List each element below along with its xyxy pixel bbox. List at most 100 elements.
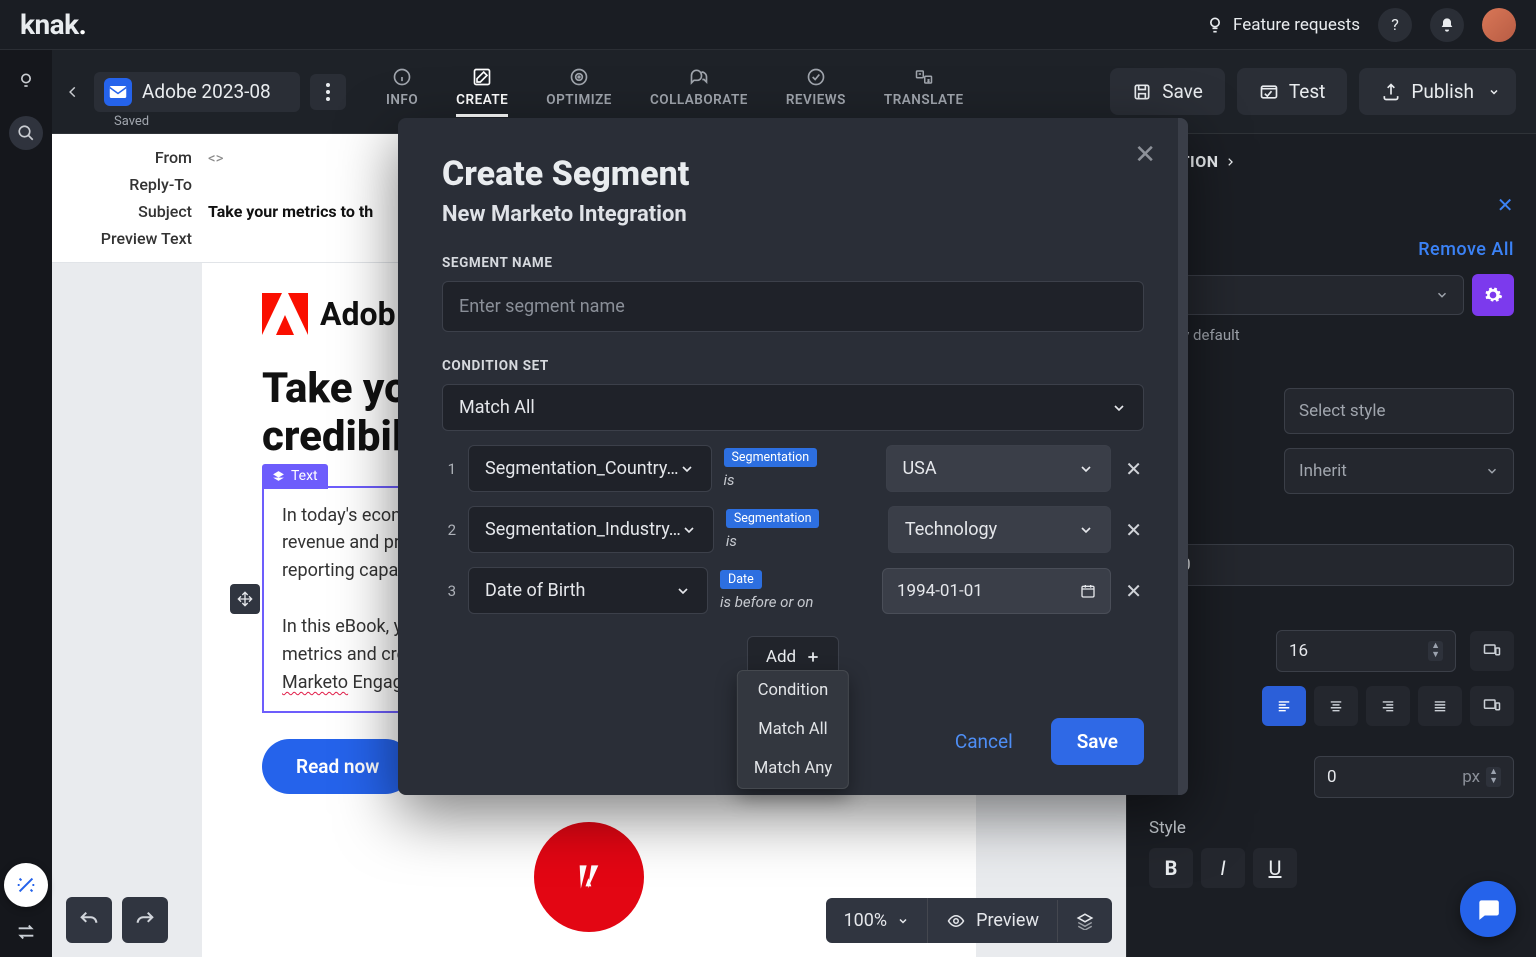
user-avatar[interactable] xyxy=(1482,8,1516,42)
add-menu-condition[interactable]: Condition xyxy=(738,671,848,710)
chat-fab[interactable] xyxy=(1460,881,1516,937)
publish-icon xyxy=(1381,82,1401,102)
editor-nav-tabs: INFO CREATE OPTIMIZE COLLABORATE REVIEWS… xyxy=(386,66,964,117)
help-button[interactable]: ? xyxy=(1378,8,1412,42)
close-icon[interactable]: ✕ xyxy=(1497,193,1514,217)
condition-row: 3 Date of Birth Date is before or on 199… xyxy=(442,567,1144,614)
calendar-icon xyxy=(1080,583,1096,599)
feature-requests-link[interactable]: Feature requests xyxy=(1205,15,1360,35)
align-center-button[interactable] xyxy=(1314,686,1358,726)
document-menu-button[interactable] xyxy=(310,74,346,110)
add-menu-match-all[interactable]: Match All xyxy=(738,710,848,749)
condition-field-select[interactable]: Segmentation_Country… xyxy=(468,445,712,492)
cancel-button[interactable]: Cancel xyxy=(937,720,1031,763)
tab-reviews[interactable]: REVIEWS xyxy=(786,66,846,117)
layers-icon xyxy=(272,470,285,483)
save-icon xyxy=(1132,82,1152,102)
italic-button[interactable]: I xyxy=(1201,848,1245,888)
cta-button[interactable]: Read now xyxy=(262,739,413,794)
style-select[interactable]: Select style xyxy=(1284,388,1514,434)
segment-name-label: SEGMENT NAME xyxy=(442,255,1144,271)
stepper-icon[interactable]: ▲▼ xyxy=(1428,641,1443,661)
layers-button[interactable] xyxy=(1057,900,1112,942)
app-logo: knak. xyxy=(20,8,86,41)
code-icon[interactable]: <> xyxy=(208,149,223,167)
subject-label: Subject xyxy=(72,202,192,221)
document-title-input[interactable] xyxy=(140,79,290,104)
condition-operator: is xyxy=(724,471,874,489)
responsive-icon[interactable] xyxy=(1470,631,1514,671)
idea-icon[interactable] xyxy=(9,64,43,98)
style-section-label: Style xyxy=(1149,818,1514,838)
block-type-label: Text xyxy=(262,464,328,490)
modal-close-button[interactable]: ✕ xyxy=(1134,140,1156,170)
bell-icon xyxy=(1439,17,1455,33)
publish-label: Publish xyxy=(1411,80,1474,103)
segment-select[interactable] xyxy=(1149,275,1464,315)
tab-translate[interactable]: TRANSLATE xyxy=(884,66,964,117)
condition-field-select[interactable]: Date of Birth xyxy=(468,567,708,614)
optimize-icon xyxy=(569,66,589,88)
condition-row: 1 Segmentation_Country… Segmentation is … xyxy=(442,445,1144,492)
responsive-align-icon[interactable] xyxy=(1470,686,1514,726)
stepper-icon[interactable]: ▲▼ xyxy=(1486,767,1501,787)
tab-collaborate[interactable]: COLLABORATE xyxy=(650,66,748,117)
modal-scrollbar[interactable] xyxy=(1178,118,1188,795)
condition-field-select[interactable]: Segmentation_Industry… xyxy=(468,506,714,553)
redo-button[interactable] xyxy=(122,897,168,943)
layers-icon xyxy=(1076,912,1094,930)
align-left-button[interactable] xyxy=(1262,686,1306,726)
inherit-select[interactable]: Inherit xyxy=(1284,448,1514,494)
publish-button[interactable]: Publish xyxy=(1359,68,1516,115)
marketo-link[interactable]: Marketo xyxy=(282,672,348,693)
notifications-button[interactable] xyxy=(1430,8,1464,42)
document-chip[interactable] xyxy=(94,72,300,112)
remove-all-link[interactable]: Remove All xyxy=(1418,239,1514,260)
zoom-control[interactable]: 100% xyxy=(826,898,928,943)
match-mode-select[interactable]: Match All xyxy=(442,384,1144,431)
subject-value[interactable]: Take your metrics to th xyxy=(208,202,373,221)
ai-wand-button[interactable] xyxy=(4,863,48,907)
section-breadcrumb[interactable]: SECTION xyxy=(1149,152,1514,171)
back-button[interactable] xyxy=(62,81,84,103)
chevron-down-icon xyxy=(1078,461,1094,477)
save-segment-button[interactable]: Save xyxy=(1051,718,1144,765)
saved-indicator: Saved xyxy=(114,114,149,129)
remove-condition-button[interactable]: ✕ xyxy=(1123,457,1144,481)
gear-icon xyxy=(1483,285,1503,305)
condition-date-input[interactable]: 1994-01-01 xyxy=(882,568,1111,614)
test-button[interactable]: Test xyxy=(1237,68,1348,115)
footer-graphic xyxy=(534,822,644,932)
create-icon xyxy=(472,66,492,88)
move-handle[interactable] xyxy=(230,584,260,614)
segment-settings-button[interactable] xyxy=(1472,274,1514,316)
test-icon xyxy=(1259,82,1279,102)
align-justify-button[interactable] xyxy=(1418,686,1462,726)
swap-icon[interactable] xyxy=(15,921,37,943)
segment-name-input[interactable] xyxy=(442,281,1144,332)
underline-button[interactable]: U xyxy=(1253,848,1297,888)
remove-condition-button[interactable]: ✕ xyxy=(1123,518,1144,542)
search-icon[interactable] xyxy=(9,116,43,150)
font-size-field[interactable]: 16 ▲▼ xyxy=(1276,630,1456,672)
preview-text-label: Preview Text xyxy=(72,229,192,248)
remove-condition-button[interactable]: ✕ xyxy=(1123,579,1144,603)
condition-value-select[interactable]: USA xyxy=(886,445,1112,492)
tab-create[interactable]: CREATE xyxy=(456,66,508,117)
chevron-right-icon xyxy=(1225,155,1235,169)
color-field[interactable]: 050 xyxy=(1149,544,1514,586)
info-icon xyxy=(392,66,412,88)
condition-row: 2 Segmentation_Industry… Segmentation is… xyxy=(442,506,1144,553)
tab-info[interactable]: INFO xyxy=(386,66,418,117)
condition-value-select[interactable]: Technology xyxy=(888,506,1111,553)
align-right-button[interactable] xyxy=(1366,686,1410,726)
save-button[interactable]: Save xyxy=(1110,68,1225,115)
tab-optimize[interactable]: OPTIMIZE xyxy=(546,66,612,117)
condition-operator: is before or on xyxy=(720,593,870,611)
spacing-field[interactable]: 0 px ▲▼ xyxy=(1314,756,1514,798)
preview-button[interactable]: Preview xyxy=(927,898,1057,943)
bold-button[interactable]: B xyxy=(1149,848,1193,888)
undo-button[interactable] xyxy=(66,897,112,943)
add-menu-match-any[interactable]: Match Any xyxy=(738,749,848,788)
plus-icon xyxy=(806,650,820,664)
